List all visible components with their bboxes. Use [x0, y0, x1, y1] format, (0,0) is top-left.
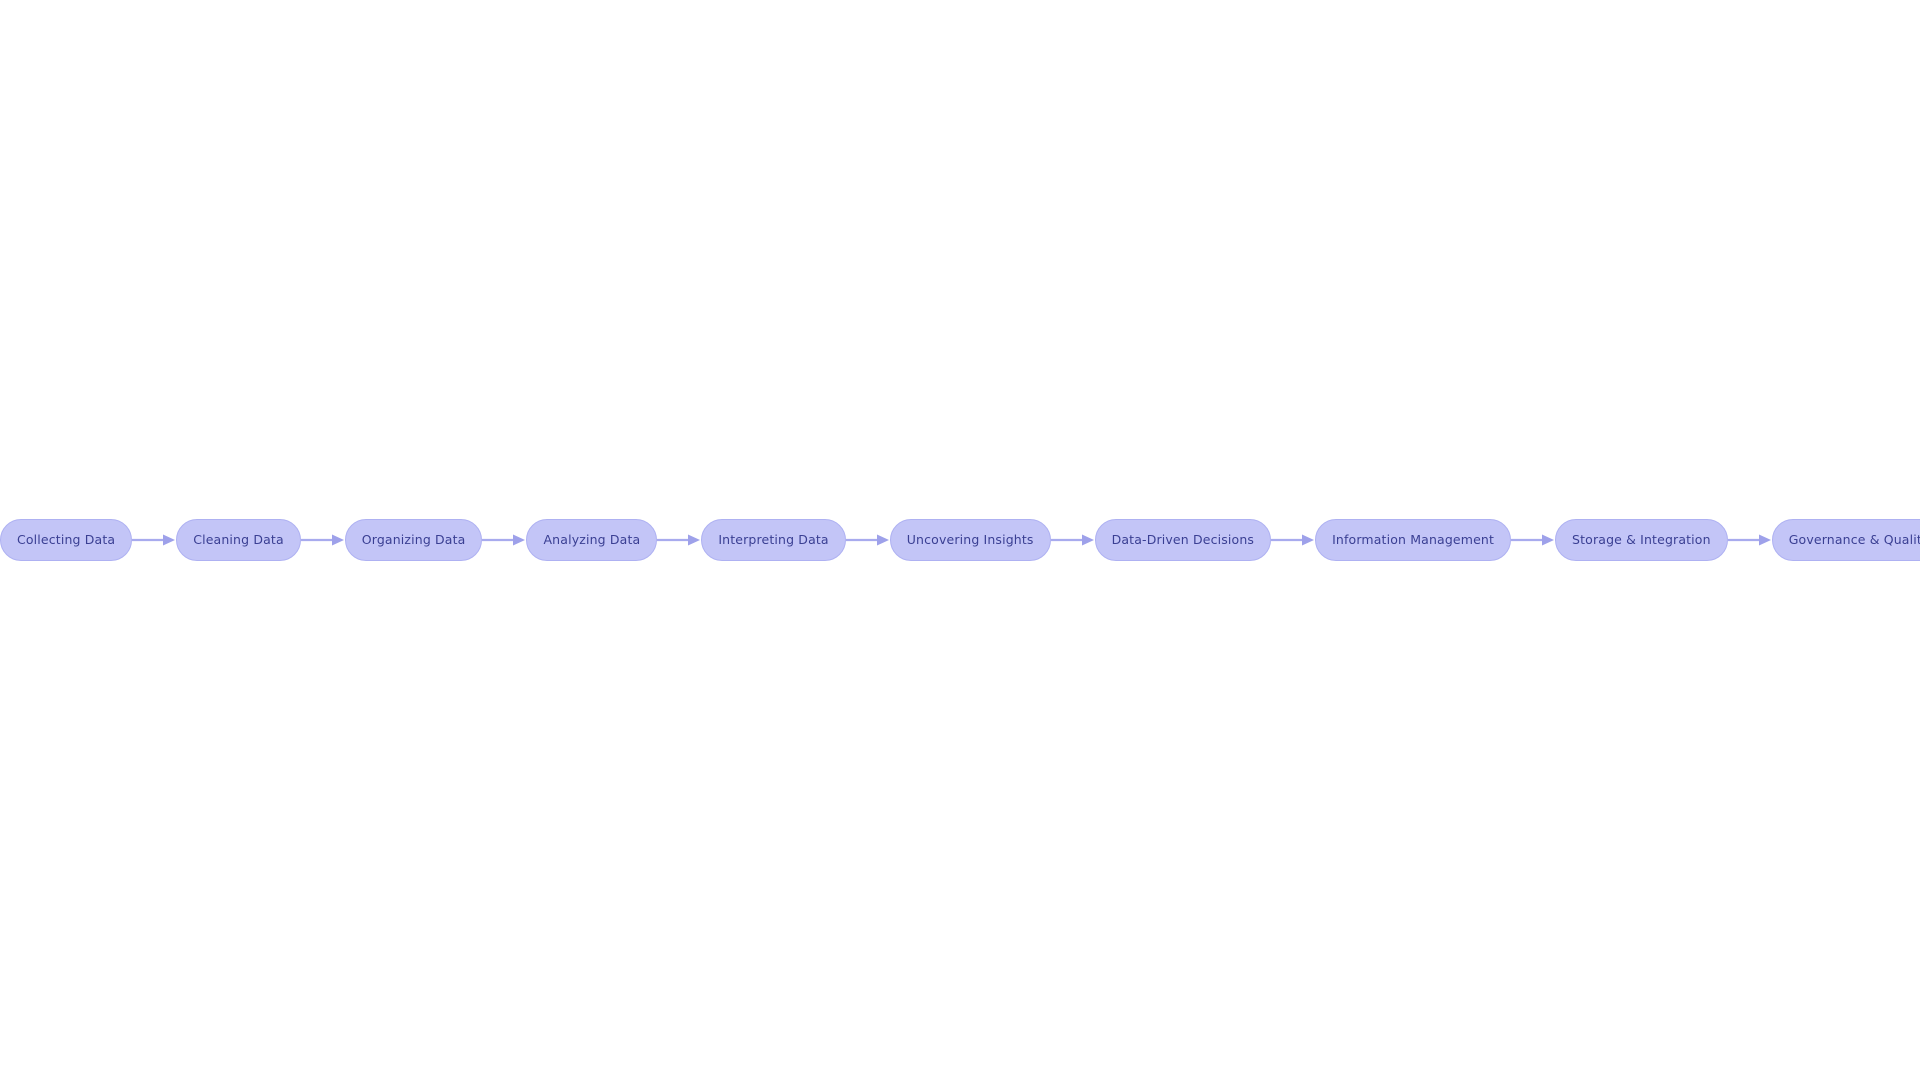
flow-edge-2	[300, 519, 345, 561]
flow-node-interpreting-data[interactable]: Interpreting Data	[701, 519, 846, 561]
flow-node-label: Analyzing Data	[543, 531, 641, 547]
flow-node-label: Collecting Data	[17, 531, 116, 547]
flow-node-collecting-data[interactable]: Collecting Data	[0, 519, 133, 561]
flow-node-information-management[interactable]: Information Management	[1315, 519, 1512, 561]
flow-edge-6	[1050, 519, 1095, 561]
flow-node-label: Governance & Quality Management	[1788, 531, 1920, 547]
flow-node-cleaning-data[interactable]: Cleaning Data	[176, 519, 301, 561]
flow-edge-4	[657, 519, 701, 561]
flow-node-label: Organizing Data	[361, 531, 466, 547]
flow-node-data-driven-decisions[interactable]: Data-Driven Decisions	[1094, 519, 1272, 561]
flow-edge-9	[1727, 519, 1772, 561]
flow-edge-1	[132, 519, 176, 561]
flow-node-label: Uncovering Insights	[906, 531, 1034, 547]
flow-node-label: Information Management	[1332, 531, 1495, 547]
flow-node-uncovering-insights[interactable]: Uncovering Insights	[889, 519, 1051, 561]
flow-node-label: Storage & Integration	[1572, 531, 1711, 547]
flow-node-governance-quality-management[interactable]: Governance & Quality Management	[1771, 519, 1920, 561]
flow-node-organizing-data[interactable]: Organizing Data	[344, 519, 483, 561]
flow-node-label: Interpreting Data	[718, 531, 829, 547]
flow-edge-8	[1511, 519, 1555, 561]
flow-node-analyzing-data[interactable]: Analyzing Data	[526, 519, 658, 561]
flow-edge-7	[1271, 519, 1315, 561]
flow-node-label: Data-Driven Decisions	[1111, 531, 1255, 547]
flow-edge-5	[845, 519, 890, 561]
flow-edge-3	[482, 519, 526, 561]
flowchart-canvas: Collecting Data Cleaning Data Organizing…	[0, 0, 1920, 1080]
flow-node-label: Cleaning Data	[193, 531, 284, 547]
flow-node-storage-integration[interactable]: Storage & Integration	[1555, 519, 1728, 561]
flowchart-node-row: Collecting Data Cleaning Data Organizing…	[0, 0, 1920, 1080]
